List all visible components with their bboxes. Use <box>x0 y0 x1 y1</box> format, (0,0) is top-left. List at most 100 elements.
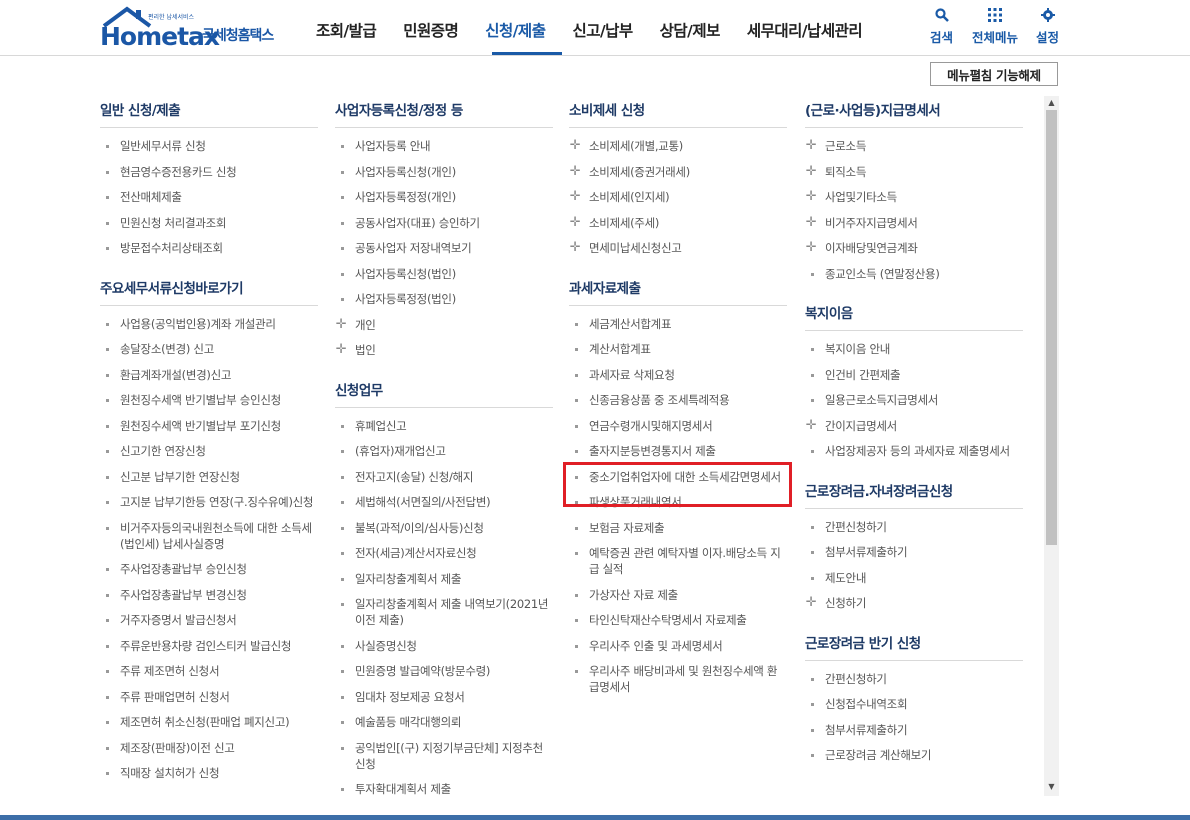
menu-item[interactable]: 송달장소(변경) 신고 <box>100 341 318 357</box>
menu-item[interactable]: 원천징수세액 반기별납부 승인신청 <box>100 392 318 408</box>
menu-item[interactable]: ✛ 법인 <box>335 342 553 358</box>
menu-item[interactable]: 신청접수내역조회 <box>805 696 1023 712</box>
section-title[interactable]: 사업자등록신청/정정 등 <box>335 88 553 128</box>
menu-item[interactable]: 신고분 납부기한 연장신청 <box>100 469 318 485</box>
menu-fold-toggle-button[interactable]: 메뉴펼침 기능해제 <box>930 62 1058 86</box>
menu-item[interactable]: 거주자증명서 발급신청서 <box>100 612 318 628</box>
menu-item[interactable]: 일자리창출계획서 제출 <box>335 571 553 587</box>
section-title[interactable]: 과세자료제출 <box>569 266 787 306</box>
menu-item[interactable]: 투자확대계획서 제출 <box>335 781 553 797</box>
menu-item[interactable]: 첨부서류제출하기 <box>805 722 1023 738</box>
hometax-logo[interactable]: 편리한 납세서비스 Hometax 국세청홈택스 <box>100 6 290 51</box>
menu-item[interactable]: ✛ 간이지급명세서 <box>805 418 1023 434</box>
menu-item[interactable]: 주사업장총괄납부 승인신청 <box>100 561 318 577</box>
section-title[interactable]: 근로장려금 반기 신청 <box>805 621 1023 661</box>
menu-item[interactable]: 신고기한 연장신청 <box>100 443 318 459</box>
menu-item[interactable]: 첨부서류제출하기 <box>805 544 1023 560</box>
menu-item[interactable]: ✛ 소비제세(인지세) <box>569 189 787 205</box>
menu-item[interactable]: 원천징수세액 반기별납부 포기신청 <box>100 418 318 434</box>
menu-item[interactable]: 직매장 설치허가 신청 <box>100 765 318 781</box>
menu-item[interactable]: 세금계산서합계표 <box>569 316 787 332</box>
menu-item[interactable]: 사업자등록신청(법인) <box>335 266 553 282</box>
menu-item[interactable]: 간편신청하기 <box>805 671 1023 687</box>
menu-item[interactable]: ✛ 신청하기 <box>805 595 1023 611</box>
menu-item[interactable]: 연금수령개시및해지명세서 <box>569 418 787 434</box>
menu-item[interactable]: ✛ 비거주자지급명세서 <box>805 215 1023 231</box>
section-title[interactable]: 주요세무서류신청바로가기 <box>100 266 318 306</box>
nav-item-4[interactable]: 상담/제보 <box>660 19 721 49</box>
menu-item[interactable]: 세법해석(서면질의/사전답변) <box>335 494 553 510</box>
section-title[interactable]: 복지이음 <box>805 291 1023 331</box>
section-title[interactable]: 근로장려금.자녀장려금신청 <box>805 469 1023 509</box>
menu-item[interactable]: 제조면허 취소신청(판매업 폐지신고) <box>100 714 318 730</box>
menu-item[interactable]: 근로장려금 계산해보기 <box>805 747 1023 763</box>
nav-item-3[interactable]: 신고/납부 <box>572 19 633 49</box>
section-title[interactable]: 신청업무 <box>335 368 553 408</box>
menu-item[interactable]: 전산매체제출 <box>100 189 318 205</box>
menu-item[interactable]: (휴업자)재개업신고 <box>335 443 553 459</box>
menu-item[interactable]: 공동사업자(대표) 승인하기 <box>335 215 553 231</box>
menu-item[interactable]: 임대차 정보제공 요청서 <box>335 689 553 705</box>
menu-item[interactable]: ✛ 개인 <box>335 317 553 333</box>
menu-item[interactable]: ✛ 사업및기타소득 <box>805 189 1023 205</box>
menu-item[interactable]: ✛ 소비제세(증권거래세) <box>569 164 787 180</box>
all-menu-button[interactable]: 전체메뉴 <box>972 8 1018 46</box>
menu-item[interactable]: ✛ 소비제세(주세) <box>569 215 787 231</box>
menu-item[interactable]: 주류운반용차량 검인스티커 발급신청 <box>100 638 318 654</box>
menu-item[interactable]: 고지분 납부기한등 연장(구.징수유예)신청 <box>100 494 318 510</box>
menu-item[interactable]: 전자고지(송달) 신청/해지 <box>335 469 553 485</box>
menu-item[interactable]: 계산서합계표 <box>569 341 787 357</box>
menu-item[interactable]: 비거주자등의국내원천소득에 대한 소득세(법인세) 납세사실증명 <box>100 520 318 552</box>
menu-item[interactable]: 환급계좌개설(변경)신고 <box>100 367 318 383</box>
menu-item[interactable]: 일자리창출계획서 제출 내역보기(2021년 이전 제출) <box>335 596 553 628</box>
menu-item[interactable]: ✛ 소비제세(개별,교통) <box>569 138 787 154</box>
menu-item[interactable]: 우리사주 인출 및 과세명세서 <box>569 638 787 654</box>
menu-item[interactable]: 일반세무서류 신청 <box>100 138 318 154</box>
menu-item[interactable]: 인건비 간편제출 <box>805 367 1023 383</box>
menu-item[interactable]: ✛ 이자배당및연금계좌 <box>805 240 1023 256</box>
menu-item[interactable]: 우리사주 배당비과세 및 원천징수세액 환급명세서 <box>569 663 787 695</box>
menu-item[interactable]: 간편신청하기 <box>805 519 1023 535</box>
section-title[interactable]: 소비제세 신청 <box>569 88 787 128</box>
nav-item-5[interactable]: 세무대리/납세관리 <box>747 19 863 49</box>
menu-item[interactable]: 전자(세금)계산서자료신청 <box>335 545 553 561</box>
menu-item[interactable]: 신종금융상품 중 조세특례적용 <box>569 392 787 408</box>
menu-item[interactable]: 사업장제공자 등의 과세자료 제출명세서 <box>805 443 1023 459</box>
menu-item[interactable]: ✛ 면세미납세신청신고 <box>569 240 787 256</box>
menu-item[interactable]: 예술품등 매각대행의뢰 <box>335 714 553 730</box>
menu-item[interactable]: 사실증명신청 <box>335 638 553 654</box>
menu-item[interactable]: 제조장(판매장)이전 신고 <box>100 740 318 756</box>
section-title[interactable]: (근로·사업등)지급명세서 <box>805 88 1023 128</box>
nav-item-0[interactable]: 조회/발급 <box>316 19 377 49</box>
menu-item[interactable]: 주류 판매업면허 신청서 <box>100 689 318 705</box>
menu-item[interactable]: 사업용(공익법인용)계좌 개설관리 <box>100 316 318 332</box>
scroll-down-arrow-icon[interactable]: ▼ <box>1044 780 1059 794</box>
menu-item[interactable]: 현금영수증전용카드 신청 <box>100 164 318 180</box>
menu-item[interactable]: 공동사업자 저장내역보기 <box>335 240 553 256</box>
menu-item[interactable]: 예탁증권 관련 예탁자별 이자.배당소득 지급 실적 <box>569 545 787 577</box>
menu-item[interactable]: 제도안내 <box>805 570 1023 586</box>
menu-item[interactable]: 출자지분등변경통지서 제출 <box>569 443 787 459</box>
menu-item[interactable]: 일용근로소득지급명세서 <box>805 392 1023 408</box>
menu-item[interactable]: 과세자료 삭제요청 <box>569 367 787 383</box>
menu-item[interactable]: 민원증명 발급예약(방문수령) <box>335 663 553 679</box>
scroll-up-arrow-icon[interactable]: ▲ <box>1044 96 1059 110</box>
settings-button[interactable]: 설정 <box>1036 8 1059 46</box>
menu-item[interactable]: 휴폐업신고 <box>335 418 553 434</box>
menu-item[interactable]: 사업자등록신청(개인) <box>335 164 553 180</box>
menu-item[interactable]: 방문접수처리상태조회 <box>100 240 318 256</box>
nav-item-1[interactable]: 민원증명 <box>403 19 459 49</box>
menu-item[interactable]: 불복(과적/이의/심사등)신청 <box>335 520 553 536</box>
menu-item[interactable]: 주사업장총괄납부 변경신청 <box>100 587 318 603</box>
menu-item[interactable]: 보험금 자료제출 <box>569 520 787 536</box>
scrollbar-thumb[interactable] <box>1046 110 1057 545</box>
menu-item[interactable]: ✛ 근로소득 <box>805 138 1023 154</box>
menu-item[interactable]: 가상자산 자료 제출 <box>569 587 787 603</box>
nav-item-2[interactable]: 신청/제출 <box>485 19 546 49</box>
menu-item[interactable]: 주류 제조면허 신청서 <box>100 663 318 679</box>
section-title[interactable]: 일반 신청/제출 <box>100 88 318 128</box>
menu-item[interactable]: 사업자등록 안내 <box>335 138 553 154</box>
menu-item[interactable]: 종교인소득 (연말정산용) <box>805 266 1023 282</box>
menu-item[interactable]: 복지이음 안내 <box>805 341 1023 357</box>
search-button[interactable]: 검색 <box>930 8 953 46</box>
